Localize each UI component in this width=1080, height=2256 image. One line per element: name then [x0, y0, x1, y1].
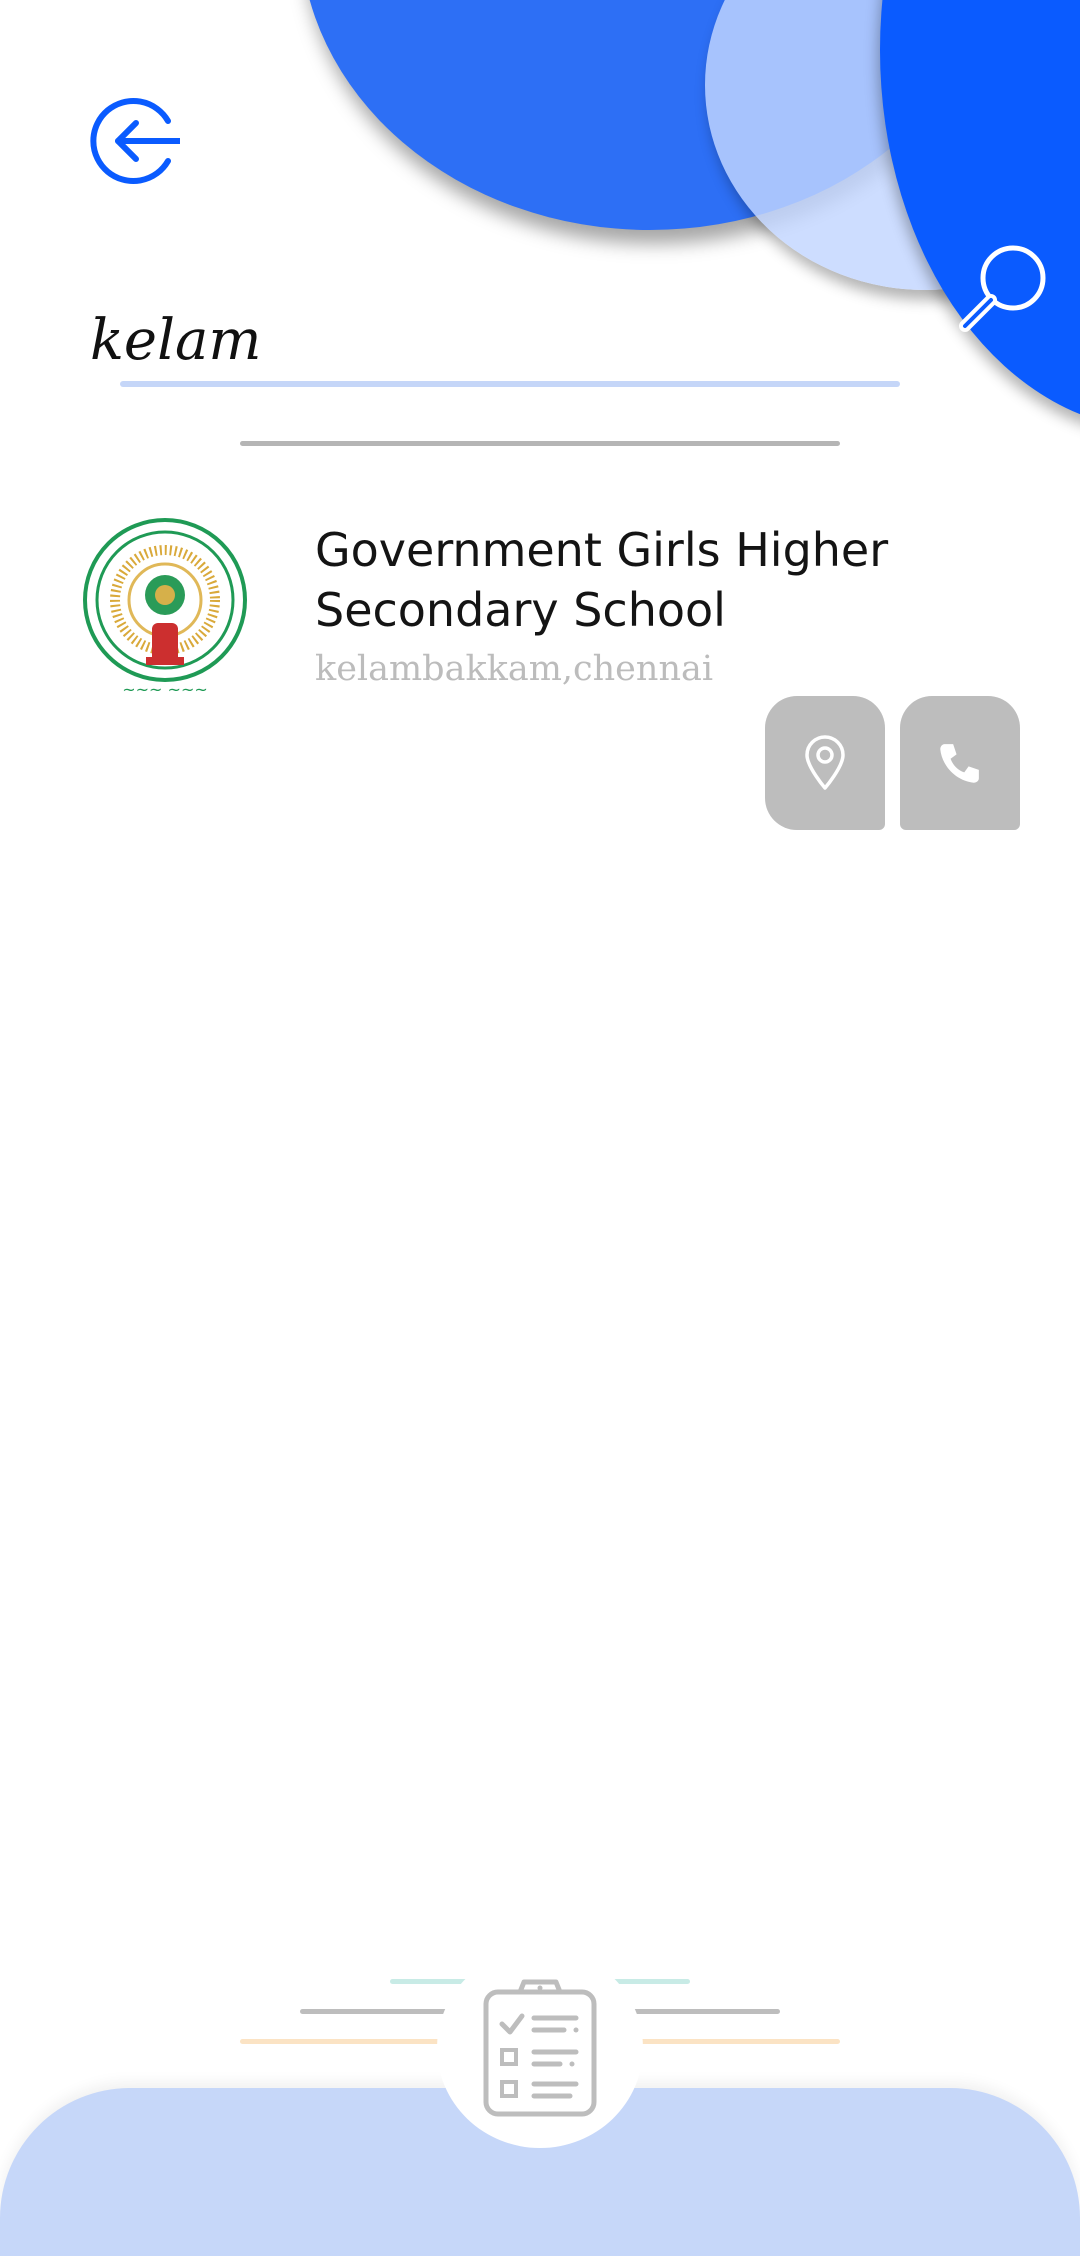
svg-text:~~~ ~~~: ~~~ ~~~ — [122, 680, 208, 699]
results-divider — [240, 441, 840, 446]
school-name: Government Girls Higher Secondary School — [315, 523, 889, 637]
search-icon — [959, 245, 1046, 332]
decorative-line — [240, 2039, 440, 2044]
back-button[interactable] — [88, 95, 180, 187]
andhra-pradesh-state-emblem-icon: ~~~ ~~~ — [83, 518, 247, 699]
school-result-item[interactable]: ~~~ ~~~ Government Girls Higher Secondar… — [70, 505, 1030, 835]
location-button[interactable] — [765, 696, 885, 830]
decorative-line — [390, 1979, 470, 1984]
decorative-line — [630, 2009, 780, 2014]
decorative-line — [610, 1979, 690, 1984]
clipboard-checklist-icon — [483, 1979, 597, 2117]
search-underline — [120, 381, 900, 387]
school-emblem: ~~~ ~~~ — [80, 515, 250, 700]
decorative-line — [300, 2009, 450, 2014]
search-input[interactable] — [90, 300, 870, 380]
back-arrow-circle-icon — [90, 98, 180, 184]
map-pin-icon — [805, 735, 845, 790]
school-address: kelambakkam,chennai — [315, 649, 714, 689]
call-button[interactable] — [900, 696, 1020, 830]
checklist-button[interactable] — [437, 1948, 643, 2148]
search-button[interactable] — [955, 240, 1055, 340]
decorative-circle-primary — [880, 0, 1080, 430]
decorative-line — [640, 2039, 840, 2044]
phone-icon — [940, 744, 979, 783]
school-search-screen: ~~~ ~~~ Government Girls Higher Secondar… — [0, 0, 1080, 2256]
